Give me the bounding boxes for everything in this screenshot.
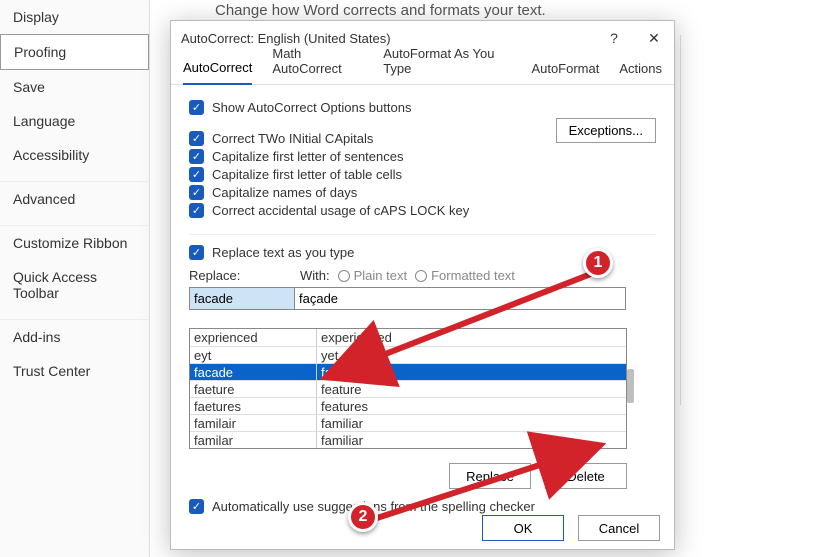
- ok-button[interactable]: OK: [482, 515, 564, 541]
- autocorrect-list[interactable]: expriencedexperienced eytyet facadefaçad…: [189, 328, 627, 449]
- list-item: familarfamiliar: [190, 431, 626, 448]
- label-with: With:: [300, 268, 330, 283]
- nav-save[interactable]: Save: [0, 70, 149, 104]
- label-show-options: Show AutoCorrect Options buttons: [212, 100, 411, 115]
- exceptions-button[interactable]: Exceptions...: [556, 118, 656, 143]
- checkbox-cap-days[interactable]: ✓: [189, 185, 204, 200]
- list-item: expriencedexperienced: [190, 329, 626, 346]
- checkbox-show-options[interactable]: ✓: [189, 100, 204, 115]
- nav-display[interactable]: Display: [0, 0, 149, 34]
- help-button[interactable]: ?: [594, 21, 634, 55]
- nav-accessibility[interactable]: Accessibility: [0, 138, 149, 172]
- nav-trust-center[interactable]: Trust Center: [0, 354, 149, 388]
- autocorrect-dialog: AutoCorrect: English (United States) ? ✕…: [170, 20, 675, 550]
- label-cap-cells: Capitalize first letter of table cells: [212, 167, 402, 182]
- nav-advanced[interactable]: Advanced: [0, 182, 149, 216]
- checkbox-auto-suggest[interactable]: ✓: [189, 499, 204, 514]
- page-subtitle: Change how Word corrects and formats you…: [215, 2, 546, 19]
- checkbox-two-initial[interactable]: ✓: [189, 131, 204, 146]
- divider: [680, 35, 681, 405]
- close-button[interactable]: ✕: [634, 21, 674, 55]
- nav-addins[interactable]: Add-ins: [0, 320, 149, 354]
- nav-quick-access[interactable]: Quick Access Toolbar: [0, 260, 149, 310]
- checkbox-cap-cells[interactable]: ✓: [189, 167, 204, 182]
- label-plain-text: Plain text: [354, 268, 407, 283]
- radio-formatted-text[interactable]: [415, 270, 427, 282]
- label-replace: Replace:: [189, 268, 300, 283]
- radio-plain-text[interactable]: [338, 270, 350, 282]
- nav-customize-ribbon[interactable]: Customize Ribbon: [0, 226, 149, 260]
- scrollbar-thumb[interactable]: [627, 369, 634, 403]
- label-caps-lock: Correct accidental usage of cAPS LOCK ke…: [212, 203, 469, 218]
- tab-math[interactable]: Math AutoCorrect: [272, 40, 363, 84]
- tab-autocorrect[interactable]: AutoCorrect: [183, 54, 252, 85]
- delete-button[interactable]: Delete: [545, 463, 627, 489]
- list-item: faeturefeature: [190, 380, 626, 397]
- with-input[interactable]: [294, 287, 626, 310]
- options-nav: Display Proofing Save Language Accessibi…: [0, 0, 150, 557]
- list-item: eytyet: [190, 346, 626, 363]
- nav-proofing[interactable]: Proofing: [0, 34, 149, 70]
- checkbox-cap-sentence[interactable]: ✓: [189, 149, 204, 164]
- tab-autoformat[interactable]: AutoFormat: [531, 55, 599, 84]
- list-item: familairfamiliar: [190, 414, 626, 431]
- nav-language[interactable]: Language: [0, 104, 149, 138]
- tab-actions[interactable]: Actions: [619, 55, 662, 84]
- label-cap-sentence: Capitalize first letter of sentences: [212, 149, 403, 164]
- annotation-marker-1: 1: [583, 248, 613, 278]
- tab-strip: AutoCorrect Math AutoCorrect AutoFormat …: [171, 55, 674, 85]
- cancel-button[interactable]: Cancel: [578, 515, 660, 541]
- label-two-initial: Correct TWo INitial CApitals: [212, 131, 373, 146]
- checkbox-caps-lock[interactable]: ✓: [189, 203, 204, 218]
- replace-button[interactable]: Replace: [449, 463, 531, 489]
- replace-input[interactable]: [189, 287, 294, 310]
- label-replace-as-type: Replace text as you type: [212, 245, 354, 260]
- label-cap-days: Capitalize names of days: [212, 185, 357, 200]
- tab-autoformat-type[interactable]: AutoFormat As You Type: [383, 40, 511, 84]
- list-item-selected: facadefaçade: [190, 363, 626, 380]
- list-item: faeturesfeatures: [190, 397, 626, 414]
- label-formatted-text: Formatted text: [431, 268, 515, 283]
- annotation-marker-2: 2: [348, 502, 378, 532]
- checkbox-replace-as-type[interactable]: ✓: [189, 245, 204, 260]
